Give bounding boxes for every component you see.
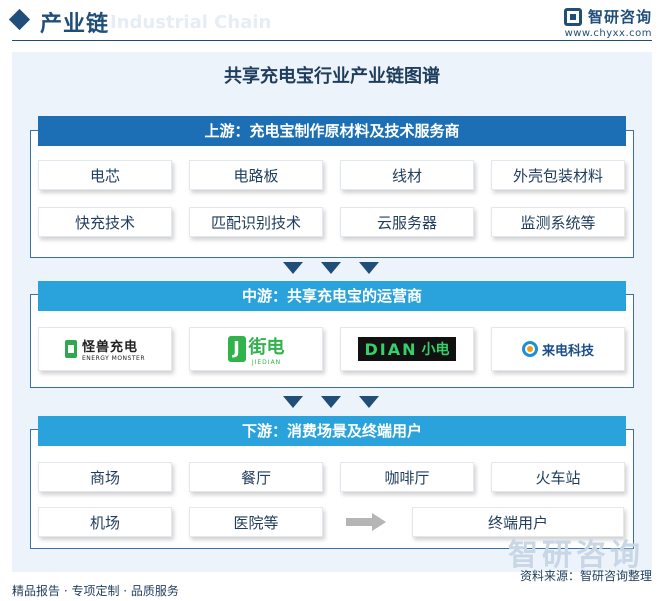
midstream-header: 中游：共享充电宝的运营商: [38, 281, 626, 311]
downstream-item: 咖啡厅: [340, 462, 474, 492]
page-title: 产业链: [40, 12, 110, 37]
source-note: 资料来源：智研咨询整理: [519, 569, 652, 583]
diagram-title: 共享充电宝行业产业链图谱: [224, 66, 440, 87]
operator-name: 小电: [421, 342, 450, 358]
downstream-item: 机场: [38, 507, 172, 537]
down-arrow-icon: [283, 396, 303, 408]
down-arrow-icon: [321, 396, 341, 408]
down-arrow-icon: [359, 396, 379, 408]
brand-url: www.chyxx.com: [564, 28, 652, 39]
downstream-item: 火车站: [491, 462, 625, 492]
upstream-section: [30, 130, 634, 258]
right-arrow-icon: [346, 513, 386, 531]
downstream-item: 商场: [38, 462, 172, 492]
operator-name: 怪兽充电: [82, 340, 139, 355]
header-divider: [12, 40, 652, 41]
brand-logo-icon: [563, 7, 582, 26]
downstream-header: 下游：消费场景及终端用户: [38, 416, 626, 446]
upstream-item: 外壳包装材料: [491, 160, 625, 190]
operator-name-en: JIEDIAN: [251, 358, 282, 366]
battery-icon: [65, 340, 77, 358]
xiaodian-logo: DIAN 小电: [340, 327, 474, 371]
operator-name-en: ENERGY MONSTER: [82, 355, 145, 362]
upstream-item: 云服务器: [340, 207, 474, 237]
upstream-item: 电芯: [38, 160, 172, 190]
upstream-item: 匹配识别技术: [189, 207, 323, 237]
jiedian-logo: J 街电 JIEDIAN: [189, 327, 323, 371]
operator-name: 街电: [248, 336, 285, 358]
energy-monster-logo: 怪兽充电 ENERGY MONSTER: [38, 327, 172, 371]
down-arrow-icon: [321, 262, 341, 274]
jiedian-mark-icon: J: [227, 336, 246, 362]
diamond-icon: [8, 8, 31, 31]
upstream-item: 电路板: [189, 160, 323, 190]
down-arrow-icon: [283, 262, 303, 274]
operator-name: 来电科技: [541, 343, 594, 359]
downstream-item: 餐厅: [189, 462, 323, 492]
brand-name: 智研咨询: [587, 8, 652, 26]
operator-name-en: DIAN: [364, 339, 418, 359]
laidian-logo: 来电科技: [491, 327, 625, 371]
page-subtitle-en: Industrial Chain: [110, 12, 272, 33]
page-header: 产业链 Industrial Chain 智研咨询 www.chyxx.com: [0, 0, 664, 42]
downstream-item: 医院等: [189, 507, 323, 537]
upstream-item: 快充技术: [38, 207, 172, 237]
laidian-ring-icon: [521, 341, 538, 357]
footer-slogan: 精品报告 · 专项定制 · 品质服务: [12, 584, 179, 598]
upstream-header: 上游：充电宝制作原材料及技术服务商: [38, 116, 626, 146]
upstream-item: 线材: [340, 160, 474, 190]
down-arrow-icon: [359, 262, 379, 274]
upstream-item: 监测系统等: [491, 207, 625, 237]
brand-block: 智研咨询 www.chyxx.com: [563, 6, 652, 39]
